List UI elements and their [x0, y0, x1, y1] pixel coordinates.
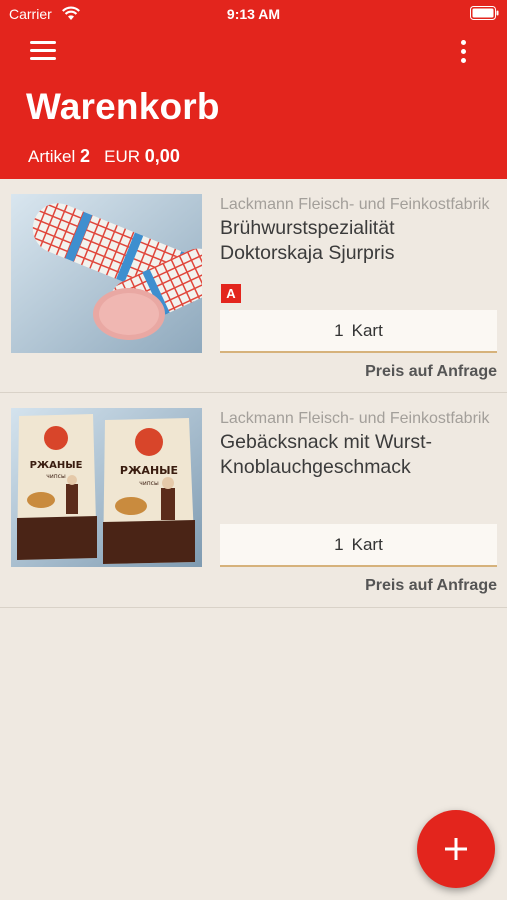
- more-vertical-icon[interactable]: [455, 40, 471, 66]
- add-item-button[interactable]: [417, 810, 495, 888]
- status-bar: Carrier 9:13 AM: [0, 0, 507, 28]
- hamburger-menu-icon[interactable]: [30, 41, 56, 63]
- cart-item[interactable]: РЖАНЫЕ чипсы РЖАНЫЕ чипсы Lackmann Fleis…: [0, 393, 507, 608]
- package-brand-label: РЖАНЫЕ: [30, 460, 83, 471]
- cart-item[interactable]: Lackmann Fleisch- und Feinkostfabrik Brü…: [0, 179, 507, 393]
- plus-icon: [445, 838, 467, 860]
- cart-summary: Artikel 2 EUR 0,00: [28, 146, 180, 167]
- price-label: Preis auf Anfrage: [365, 363, 497, 380]
- articles-count: 2: [79, 146, 90, 166]
- quantity-unit: Kart: [351, 534, 383, 554]
- vendor-name: Lackmann Fleisch- und Feinkostfabrik: [220, 410, 490, 427]
- quantity-unit: Kart: [351, 320, 383, 340]
- quantity-button[interactable]: 1 Kart: [220, 310, 497, 353]
- product-image[interactable]: [11, 194, 202, 353]
- cart-total: 0,00: [144, 146, 180, 166]
- vendor-name: Lackmann Fleisch- und Feinkostfabrik: [220, 196, 490, 213]
- product-badge: A: [221, 284, 241, 303]
- product-name[interactable]: Gebäcksnack mit Wurst-Knoblauchgeschmack: [220, 430, 500, 480]
- app-header: Carrier 9:13 AM Warenkorb Artikel 2 EUR …: [0, 0, 507, 179]
- battery-icon: [470, 6, 499, 20]
- status-time: 9:13 AM: [226, 6, 281, 22]
- package-brand-label: РЖАНЫЕ: [120, 464, 178, 477]
- articles-label: Artikel: [28, 147, 76, 166]
- package-sub-label: чипсы: [139, 480, 159, 487]
- cart-item-list: Lackmann Fleisch- und Feinkostfabrik Brü…: [0, 179, 507, 608]
- quantity-button[interactable]: 1 Kart: [220, 524, 497, 567]
- product-name[interactable]: Brühwurstspezialität Doktorskaja Sjurpri…: [220, 216, 500, 266]
- quantity-value: 1: [334, 320, 344, 340]
- package-sub-label: чипсы: [46, 473, 66, 480]
- quantity-value: 1: [334, 534, 344, 554]
- page-title: Warenkorb: [26, 86, 220, 127]
- product-image[interactable]: РЖАНЫЕ чипсы РЖАНЫЕ чипсы: [11, 408, 202, 567]
- price-label: Preis auf Anfrage: [365, 577, 497, 594]
- currency-label: EUR: [104, 147, 141, 166]
